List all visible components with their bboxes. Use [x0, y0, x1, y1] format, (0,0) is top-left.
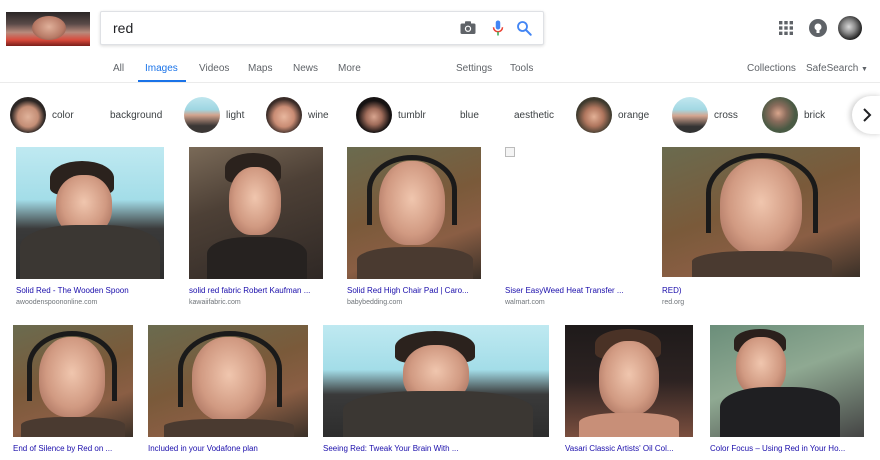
result-title[interactable]: RED): [662, 286, 860, 295]
chip-thumbnail: [672, 97, 708, 133]
caret-down-icon: ▼: [861, 66, 868, 73]
result-source: red.org: [662, 299, 685, 306]
image-result[interactable]: Color Focus – Using Red in Your Ho...: [710, 325, 864, 457]
camera-icon[interactable]: [459, 19, 477, 37]
result-source: walmart.com: [505, 299, 545, 306]
image-result[interactable]: End of Silence by Red on ...: [13, 325, 133, 457]
chip-label: wine: [308, 109, 329, 121]
chip-label: brick: [804, 109, 826, 121]
apps-grid-icon[interactable]: [778, 20, 794, 36]
result-title[interactable]: Solid Red - The Wooden Spoon: [16, 286, 164, 295]
header-divider: [0, 82, 880, 83]
chip-thumbnail: [10, 97, 46, 133]
result-title[interactable]: Color Focus – Using Red in Your Ho...: [710, 444, 864, 453]
chip-label: aesthetic: [514, 109, 555, 121]
chip-thumbnail: [184, 97, 220, 133]
chip-blue[interactable]: blue: [460, 96, 479, 134]
tab-videos[interactable]: Videos: [199, 63, 229, 74]
chip-thumbnail: [576, 97, 612, 133]
result-image[interactable]: [148, 325, 308, 437]
result-title[interactable]: End of Silence by Red on ...: [13, 444, 133, 453]
chevron-right-icon: [863, 108, 872, 122]
chip-tumblr[interactable]: tumblr: [356, 96, 426, 134]
chip-light[interactable]: light: [184, 96, 244, 134]
result-image[interactable]: [710, 325, 864, 437]
chip-wine[interactable]: wine: [266, 96, 329, 134]
image-result[interactable]: Vasari Classic Artists' Oil Col...: [565, 325, 693, 457]
tab-news[interactable]: News: [293, 63, 318, 74]
chip-label: color: [52, 109, 74, 121]
tab-images[interactable]: Images: [145, 63, 178, 74]
result-title[interactable]: Siser EasyWeed Heat Transfer ...: [505, 286, 639, 295]
safesearch-label: SafeSearch: [806, 63, 859, 74]
related-search-chips: color background light wine tumblr blue …: [0, 96, 880, 136]
chip-label: light: [226, 109, 245, 121]
image-result[interactable]: Solid Red High Chair Pad | Caro... babyb…: [347, 147, 481, 312]
chip-label: orange: [618, 109, 650, 121]
tab-all[interactable]: All: [113, 63, 124, 74]
image-result[interactable]: Included in your Vodafone plan: [148, 325, 308, 457]
chip-orange[interactable]: orange: [576, 96, 649, 134]
tab-settings[interactable]: Settings: [456, 63, 492, 74]
image-result[interactable]: RED) red.org: [662, 147, 860, 312]
search-tabs: All Images Videos Maps News More Setting…: [0, 58, 880, 82]
result-image[interactable]: [16, 147, 164, 279]
result-title[interactable]: Vasari Classic Artists' Oil Col...: [565, 444, 693, 453]
image-result[interactable]: solid red fabric Robert Kaufman ... kawa…: [189, 147, 323, 312]
tab-maps[interactable]: Maps: [248, 63, 272, 74]
result-source: kawaiifabric.com: [189, 299, 241, 306]
account-avatar[interactable]: [838, 16, 862, 40]
chip-label: cross: [714, 109, 738, 121]
image-result[interactable]: Siser EasyWeed Heat Transfer ... walmart…: [505, 147, 639, 312]
chip-brick[interactable]: brick: [762, 96, 825, 134]
chip-background[interactable]: background: [110, 96, 162, 134]
chip-aesthetic[interactable]: aesthetic: [514, 96, 554, 134]
chip-label: background: [110, 109, 163, 121]
result-title[interactable]: Seeing Red: Tweak Your Brain With ...: [323, 444, 549, 453]
result-title[interactable]: solid red fabric Robert Kaufman ...: [189, 286, 323, 295]
result-image[interactable]: [323, 325, 549, 437]
broken-image-icon: [505, 147, 515, 157]
result-image[interactable]: [565, 325, 693, 437]
search-icon[interactable]: [515, 19, 533, 37]
image-result[interactable]: Solid Red - The Wooden Spoon awoodenspoo…: [16, 147, 164, 312]
chip-thumbnail: [762, 97, 798, 133]
result-image[interactable]: [505, 147, 639, 279]
result-image[interactable]: [189, 147, 323, 279]
result-title[interactable]: Solid Red High Chair Pad | Caro...: [347, 286, 481, 295]
tab-tools[interactable]: Tools: [510, 63, 533, 74]
collections-link[interactable]: Collections: [747, 63, 796, 74]
result-source: babybedding.com: [347, 299, 403, 306]
doodle-logo[interactable]: [6, 12, 90, 46]
search-input[interactable]: [113, 12, 443, 44]
search-box[interactable]: [100, 11, 544, 45]
logo-face-image: [32, 16, 66, 40]
chip-label: tumblr: [398, 109, 426, 121]
mic-icon[interactable]: [489, 19, 507, 37]
tab-more[interactable]: More: [338, 63, 361, 74]
chip-thumbnail: [266, 97, 302, 133]
result-image[interactable]: [13, 325, 133, 437]
safesearch-menu[interactable]: SafeSearch ▼: [806, 63, 868, 74]
result-image[interactable]: [347, 147, 481, 279]
notifications-icon[interactable]: [808, 18, 828, 38]
image-result[interactable]: Seeing Red: Tweak Your Brain With ...: [323, 325, 549, 457]
result-title[interactable]: Included in your Vodafone plan: [148, 444, 308, 453]
chip-color[interactable]: color: [10, 96, 74, 134]
result-image[interactable]: [662, 147, 860, 277]
chip-label: blue: [460, 109, 479, 121]
chip-cross[interactable]: cross: [672, 96, 738, 134]
result-source: awoodenspoononline.com: [16, 299, 98, 306]
chip-thumbnail: [356, 97, 392, 133]
